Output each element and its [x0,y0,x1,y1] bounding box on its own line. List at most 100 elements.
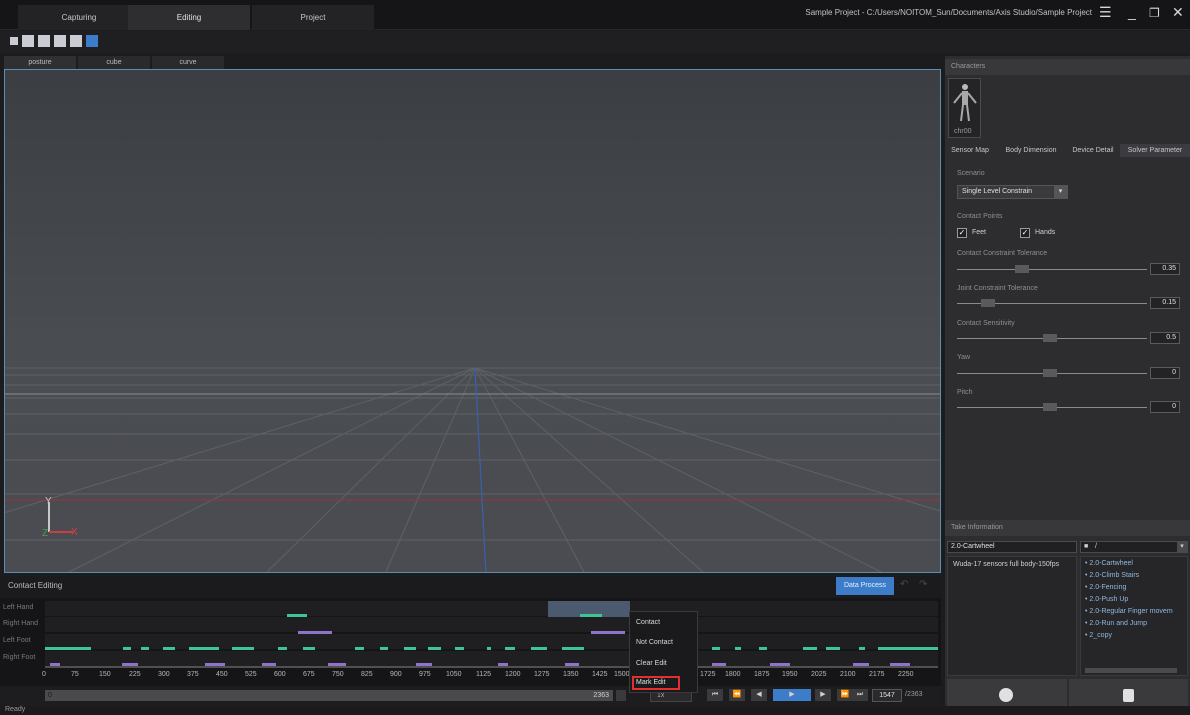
slider-value-yaw[interactable]: 0 [1150,367,1180,379]
step-forward-icon[interactable]: ⏩ [837,689,853,701]
layout-toolbar [0,31,1190,53]
menu-item-not-contact[interactable]: Not Contact [636,639,673,646]
tick-label: 2175 [869,671,885,678]
step-back-icon[interactable]: ⏪ [729,689,745,701]
jump-end-icon[interactable]: ⏭ [852,689,868,701]
contact-timeline[interactable]: Left Hand Right Hand Left Foot Right Foo… [0,598,941,686]
chevron-down-icon[interactable]: ▾ [1054,186,1067,198]
list-item[interactable]: • 2.0-Cartwheel [1085,560,1133,567]
tick-label: 1500 [614,671,630,678]
tab-editing[interactable]: Editing [128,5,251,30]
tick-label: 450 [216,671,228,678]
hands-label: Hands [1035,229,1056,236]
slider-value-contact-constraint[interactable]: 0.35 [1150,263,1180,275]
folder-select[interactable]: ■ / ▾ [1080,541,1188,553]
redo-icon[interactable]: ↷ [919,579,933,593]
svg-text:Y: Y [45,496,52,507]
undo-icon[interactable]: ↶ [900,579,914,593]
slider-thumb-contact-sensitivity[interactable] [1043,334,1057,342]
jump-start-icon[interactable]: ⏮ [707,689,723,701]
layout-rows-icon[interactable] [38,35,50,47]
feet-label: Feet [972,229,987,236]
restore-icon[interactable]: ❐ [1149,6,1160,20]
save-layout-icon[interactable] [86,35,98,47]
menu-item-mark-edit[interactable]: Mark Edit [636,679,666,686]
list-item[interactable]: • 2.0-Regular Finger movem [1085,608,1173,615]
slider-value-contact-sensitivity[interactable]: 0.5 [1150,332,1180,344]
character-thumbnail[interactable]: chr00 [948,78,981,138]
next-frame-icon[interactable]: ▶ [815,689,831,701]
list-item[interactable]: • 2.0-Fencing [1085,584,1126,591]
menu-item-clear-edit[interactable]: Clear Edit [636,660,667,667]
upload-icon [999,688,1013,702]
slider-label-joint-constraint: Joint Constraint Tolerance [957,285,1038,292]
tab-sensor-map[interactable]: Sensor Map [945,144,995,157]
layout-columns-icon[interactable] [22,35,34,47]
hands-checkbox[interactable]: ✓ [1020,228,1030,238]
character-name: chr00 [954,128,972,135]
layout-grid-icon[interactable] [54,35,66,47]
menu-item-mark-edit-highlight[interactable]: Mark Edit [632,676,680,690]
list-item[interactable]: • 2.0-Climb Stairs [1085,572,1139,579]
range-slider[interactable]: 0 2363 [45,690,613,701]
tab-body-dimension[interactable]: Body Dimension [996,144,1066,157]
slider-thumb-yaw[interactable] [1043,369,1057,377]
tick-label: 975 [419,671,431,678]
tab-cube[interactable]: cube [78,56,150,69]
contact-segments [45,614,938,668]
range-end-handle[interactable] [616,690,626,701]
prev-frame-icon[interactable]: ◀ [751,689,767,701]
tab-posture[interactable]: posture [4,56,76,69]
slider-track-contact-constraint[interactable] [957,269,1147,270]
data-process-button[interactable]: Data Process [836,577,894,595]
list-item[interactable]: • 2.0-Push Up [1085,596,1128,603]
total-frames: /2363 [905,691,923,698]
scenario-label: Scenario [957,170,985,177]
layout-single-icon[interactable] [10,37,18,45]
3d-viewport[interactable]: Y X Z [4,69,941,573]
list-item[interactable]: • 2_copy [1085,632,1112,639]
menu-icon[interactable]: ☰ [1099,4,1112,21]
tick-label: 1950 [782,671,798,678]
slider-thumb-joint-constraint[interactable] [981,299,995,307]
feet-checkbox[interactable]: ✓ [957,228,967,238]
list-scrollbar[interactable] [1085,668,1177,673]
folder-path: / [1095,543,1097,550]
current-frame-field[interactable]: 1547 [872,689,902,702]
contact-points-label: Contact Points [957,213,1003,220]
slider-label-pitch: Pitch [957,389,973,396]
take-name-field[interactable]: 2.0-Cartwheel [947,541,1077,553]
tick-label: 1425 [592,671,608,678]
slider-thumb-pitch[interactable] [1043,403,1057,411]
scenario-select[interactable]: Single Level Constrain ▾ [957,185,1068,199]
tab-project[interactable]: Project [252,5,375,30]
tab-curve[interactable]: curve [152,56,224,69]
status-bar: Ready [0,706,1190,715]
take-description: Wuda-17 sensors full body-150fps [947,556,1077,676]
tab-solver-parameter[interactable]: Solver Parameter [1120,144,1190,157]
tab-device-detail[interactable]: Device Detail [1067,144,1119,157]
tick-label: 2025 [811,671,827,678]
list-item[interactable]: • 2.0-Run and Jump [1085,620,1147,627]
tick-label: 525 [245,671,257,678]
tick-label: 2250 [898,671,914,678]
menu-item-contact[interactable]: Contact [636,619,660,626]
tab-capturing[interactable]: Capturing [18,5,141,30]
playback-bar: 0 2363 1x ⏮ ⏪ ◀ ▶ ▶ ⏩ ⏭ 1547 /2363 [0,686,941,706]
slider-value-joint-constraint[interactable]: 0.15 [1150,297,1180,309]
tick-label: 675 [303,671,315,678]
slider-value-pitch[interactable]: 0 [1150,401,1180,413]
chevron-down-icon[interactable]: ▾ [1177,542,1187,552]
play-icon[interactable]: ▶ [773,689,811,701]
tick-label: 1200 [505,671,521,678]
slider-thumb-contact-constraint[interactable] [1015,265,1029,273]
top-bar: Capturing Editing Project Sample Project… [0,0,1190,30]
close-icon[interactable]: ✕ [1172,4,1184,21]
ground-grid: Y X Z [5,367,940,572]
layout-quad-icon[interactable] [70,35,82,47]
minimize-icon[interactable]: _ [1128,4,1136,20]
contact-editing-bar: Contact Editing Data Process ↶ ↷ [0,576,941,596]
tick-label: 375 [187,671,199,678]
take-list[interactable]: • 2.0-Cartwheel • 2.0-Climb Stairs • 2.0… [1080,556,1188,676]
export-icon [1123,689,1134,702]
